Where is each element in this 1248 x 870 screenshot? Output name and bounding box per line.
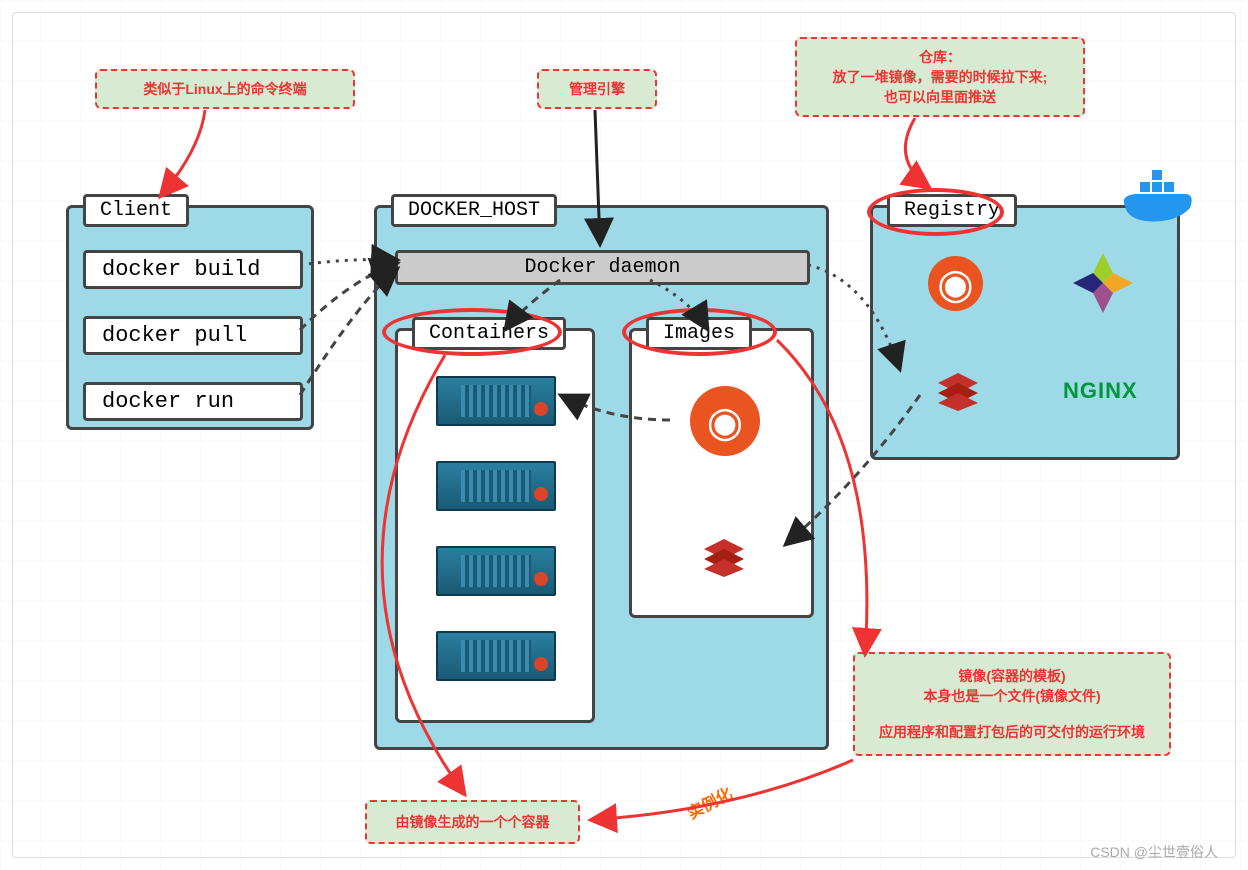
- redis-icon: [694, 529, 754, 579]
- docker-host-panel: DOCKER_HOST Docker daemon Containers Ima…: [374, 205, 829, 750]
- annotation-registry-l1: 仓库：: [919, 49, 961, 65]
- registry-redis-icon: [928, 363, 988, 413]
- ubuntu-icon: [690, 386, 760, 456]
- annotation-images: 镜像(容器的模板) 本身也是一个文件(镜像文件) 应用程序和配置打包后的可交付的…: [853, 652, 1171, 756]
- docker-host-label: DOCKER_HOST: [391, 194, 557, 227]
- container-item-3: [436, 546, 556, 596]
- watermark: CSDN @尘世壹俗人: [1090, 842, 1218, 862]
- cmd-docker-run: docker run: [83, 382, 303, 421]
- annotation-registry-l2: 放了一堆镜像，需要的时候拉下来;: [833, 69, 1048, 85]
- annotation-registry-l3: 也可以向里面推送: [884, 89, 996, 105]
- annotation-daemon-text: 管理引擎: [569, 81, 625, 97]
- annotation-containers-text: 由镜像生成的一个个容器: [396, 814, 550, 830]
- container-item-4: [436, 631, 556, 681]
- client-panel-label: Client: [83, 194, 189, 227]
- client-panel: Client docker build docker pull docker r…: [66, 205, 314, 430]
- containers-label: Containers: [412, 317, 566, 350]
- annotation-daemon: 管理引擎: [537, 69, 657, 109]
- registry-ubuntu-icon: [928, 256, 983, 311]
- annotation-images-l3: 应用程序和配置打包后的可交付的运行环境: [879, 724, 1145, 740]
- cmd-docker-build: docker build: [83, 250, 303, 289]
- registry-panel-label: Registry: [887, 194, 1017, 227]
- annotation-client-text: 类似于Linux上的命令终端: [143, 81, 306, 97]
- centos-icon: [1068, 248, 1138, 318]
- annotation-client: 类似于Linux上的命令终端: [95, 69, 355, 109]
- docker-whale-icon: [1115, 166, 1205, 226]
- annotation-registry: 仓库： 放了一堆镜像，需要的时候拉下来; 也可以向里面推送: [795, 37, 1085, 117]
- annotation-containers: 由镜像生成的一个个容器: [365, 800, 580, 844]
- registry-panel: Registry NGINX: [870, 205, 1180, 460]
- docker-daemon-box: Docker daemon: [395, 250, 810, 285]
- annotation-images-l2: 本身也是一个文件(镜像文件): [923, 688, 1100, 704]
- cmd-docker-pull: docker pull: [83, 316, 303, 355]
- container-item-1: [436, 376, 556, 426]
- container-item-2: [436, 461, 556, 511]
- images-box: Images: [629, 328, 814, 618]
- containers-box: Containers: [395, 328, 595, 723]
- nginx-icon: NGINX: [1063, 378, 1138, 404]
- images-label: Images: [646, 317, 752, 350]
- annotation-images-l1: 镜像(容器的模板): [958, 668, 1065, 684]
